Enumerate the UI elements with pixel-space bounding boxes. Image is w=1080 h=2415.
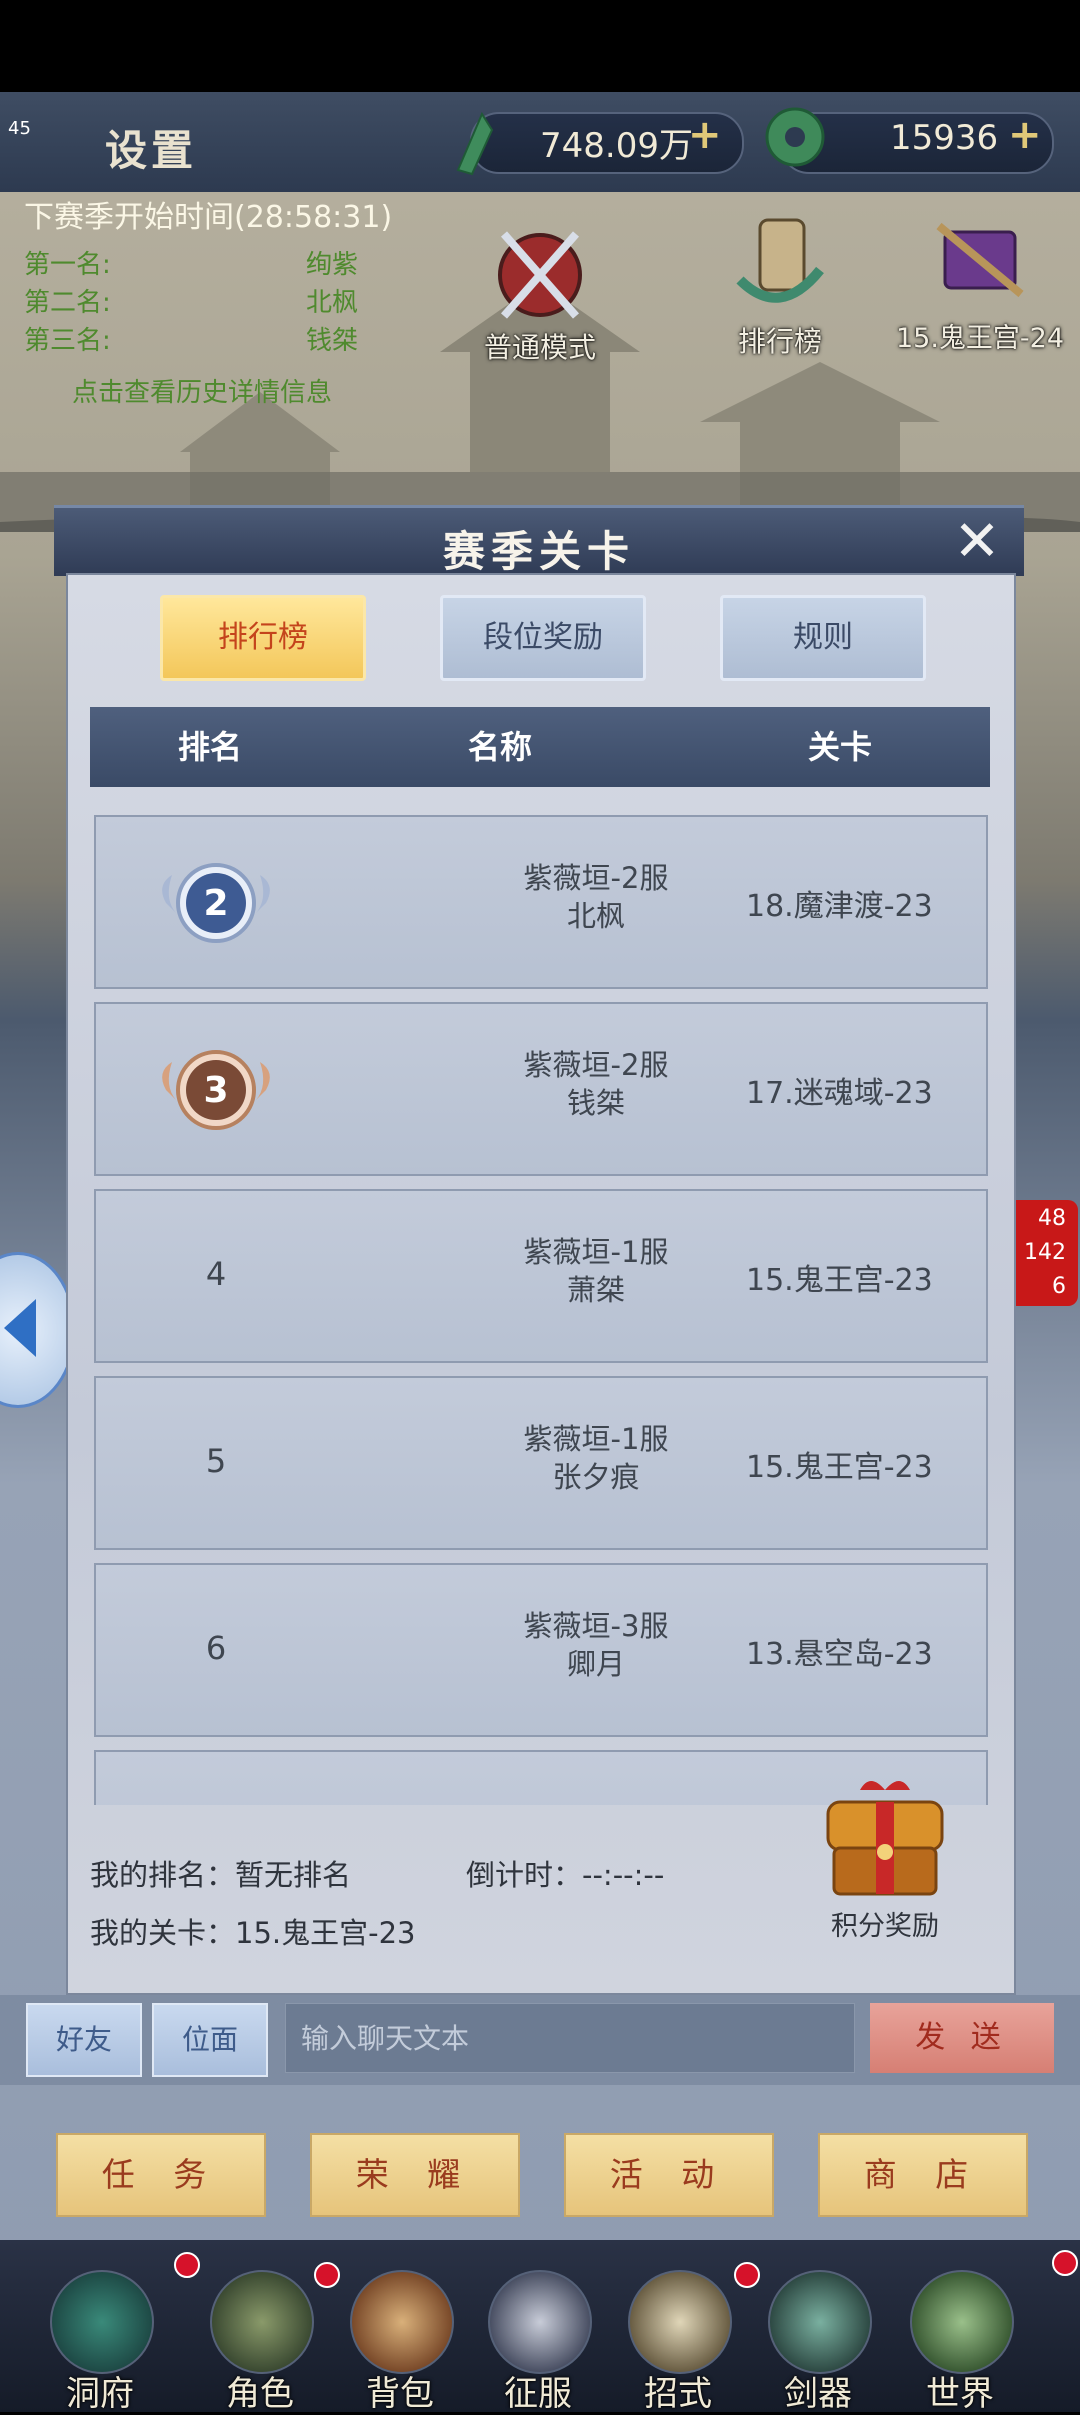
table-row[interactable]: 6 紫薇垣-3服 卿月 13.悬空岛-23	[94, 1563, 988, 1737]
rank-label-2: 第二名:	[24, 288, 111, 318]
jade-coin-icon	[765, 107, 825, 167]
jade-gem-icon	[456, 111, 494, 176]
rank-name-1: 绚紫	[306, 250, 359, 280]
normal-mode-button[interactable]: 普通模式	[460, 220, 620, 370]
currency-jade-value: 748.09万	[540, 126, 693, 166]
column-rank: 排名	[177, 728, 242, 766]
points-reward-label: 积分奖励	[831, 1911, 939, 1942]
nav-skills-label: 招式	[644, 2374, 712, 2414]
next-season-time: 下赛季开始时间(28:58:31)	[24, 200, 393, 235]
table-header: 排名 名称 关卡	[90, 707, 990, 787]
character-icon	[210, 2270, 314, 2374]
nav-sword-label: 剑器	[784, 2374, 852, 2414]
row-level: 17.迷魂域-23	[746, 1076, 933, 1111]
rank-label-3: 第三名:	[24, 326, 111, 356]
my-level: 我的关卡：15.鬼王宫-23	[90, 1916, 416, 1950]
scroll-stamp-icon	[736, 218, 824, 303]
status-bar	[0, 0, 1080, 92]
nav-world-label: 世界	[926, 2374, 994, 2414]
add-jade-button[interactable]: +	[688, 112, 722, 158]
nav-cave-alert	[174, 2252, 200, 2278]
current-level-button[interactable]: 15.鬼王宫-24	[880, 206, 1080, 386]
points-reward-button[interactable]: 积分奖励	[800, 1772, 970, 1962]
nav-bag[interactable]: 背包	[340, 2270, 460, 2414]
row-level: 13.悬空岛-23	[746, 1637, 933, 1672]
nav-character-alert	[314, 2262, 340, 2288]
column-level: 关卡	[807, 728, 872, 766]
table-row[interactable]: 4 紫薇垣-1服 萧桀 15.鬼王宫-23	[94, 1189, 988, 1363]
error-count: 6	[1052, 1274, 1066, 1299]
close-button[interactable]: ✕	[950, 514, 1004, 570]
rank-label-1: 第一名:	[24, 250, 111, 280]
crossed-swords-icon	[498, 231, 582, 319]
nav-world[interactable]: 世界	[900, 2270, 1020, 2414]
column-name: 名称	[467, 728, 532, 766]
fps-counter: 45	[8, 118, 31, 139]
nav-conquer-label: 征服	[504, 2374, 572, 2414]
row-rank: 4	[205, 1255, 227, 1293]
table-row[interactable]: 3 紫薇垣-2服 钱桀 17.迷魂域-23	[94, 1002, 988, 1176]
pavilion-icon	[50, 2270, 154, 2374]
treasure-chest-icon	[826, 1781, 944, 1896]
row-level: 15.鬼王宫-23	[746, 1450, 933, 1485]
world-map-icon	[910, 2270, 1014, 2374]
nav-character[interactable]: 角色	[200, 2270, 320, 2414]
row-level: 15.鬼王宫-23	[746, 1263, 933, 1298]
nav-world-alert	[1052, 2250, 1078, 2276]
dialog-title: 赛季关卡	[442, 527, 635, 576]
tab-rank-rewards[interactable]: 段位奖励	[440, 595, 646, 681]
nav-sword[interactable]: 剑器	[758, 2270, 878, 2414]
warning-count: 142	[1024, 1240, 1066, 1265]
sword-icon	[768, 2270, 872, 2374]
normal-mode-label: 普通模式	[483, 331, 596, 364]
friends-tab-button[interactable]: 好友	[26, 2003, 142, 2077]
svg-text:3: 3	[203, 1070, 228, 1111]
ranking-list[interactable]: 2 紫薇垣-2服 北枫 18.魔津渡-23 3 紫薇垣-2服 钱桀 17.迷魂域…	[88, 805, 992, 1805]
svg-text:2: 2	[203, 883, 228, 924]
silver-medal-icon: 2	[162, 863, 270, 943]
chevron-left-icon	[4, 1299, 36, 1357]
nav-character-label: 角色	[226, 2374, 294, 2414]
nav-conquer[interactable]: 征服	[478, 2270, 598, 2414]
my-rank: 我的排名：暂无排名	[90, 1858, 352, 1892]
nav-skills-alert	[734, 2262, 760, 2288]
nav-cave-label: 洞府	[66, 2374, 134, 2414]
plane-tab-button[interactable]: 位面	[152, 2003, 268, 2077]
tab-rules[interactable]: 规则	[720, 595, 926, 681]
row-level: 18.魔津渡-23	[746, 889, 933, 924]
table-row[interactable]: 2 紫薇垣-2服 北枫 18.魔津渡-23	[94, 815, 988, 989]
rank-name-3: 钱桀	[306, 326, 359, 356]
shop-button[interactable]: 商 店	[818, 2133, 1028, 2217]
bag-icon	[350, 2270, 454, 2374]
ranking-button[interactable]: 排行榜	[700, 210, 860, 370]
countdown: 倒计时：--:--:--	[466, 1858, 665, 1892]
tab-ranking[interactable]: 排行榜	[160, 595, 366, 681]
info-count: 48	[1038, 1206, 1066, 1231]
skill-scroll-icon	[628, 2270, 732, 2374]
nav-bag-label: 背包	[366, 2374, 434, 2414]
row-rank: 5	[205, 1442, 227, 1480]
level-scroll-icon	[936, 222, 1024, 298]
row-rank: 6	[205, 1629, 227, 1667]
history-detail-link[interactable]: 点击查看历史详情信息	[72, 372, 332, 409]
close-icon: ✕	[953, 509, 1001, 574]
crossed-swords-nav-icon	[488, 2270, 592, 2374]
add-coin-button[interactable]: +	[1008, 112, 1042, 158]
bronze-medal-icon: 3	[162, 1050, 270, 1130]
rank-name-2: 北枫	[306, 288, 359, 318]
currency-coin-value: 15936	[890, 118, 999, 158]
ranking-label: 排行榜	[737, 325, 822, 358]
dialog-header: 赛季关卡	[54, 505, 1024, 576]
nav-cave[interactable]: 洞府	[40, 2270, 160, 2414]
settings-button[interactable]: 设置	[105, 117, 197, 178]
chat-input[interactable]: 输入聊天文本	[285, 2003, 855, 2073]
send-button[interactable]: 发 送	[870, 2003, 1054, 2073]
nav-skills[interactable]: 招式	[618, 2270, 738, 2414]
honor-button[interactable]: 荣 耀	[310, 2133, 520, 2217]
table-row[interactable]: 5 紫薇垣-1服 张夕痕 15.鬼王宫-23	[94, 1376, 988, 1550]
events-button[interactable]: 活 动	[564, 2133, 774, 2217]
current-level-label: 15.鬼王宫-24	[895, 323, 1065, 354]
tasks-button[interactable]: 任 务	[56, 2133, 266, 2217]
